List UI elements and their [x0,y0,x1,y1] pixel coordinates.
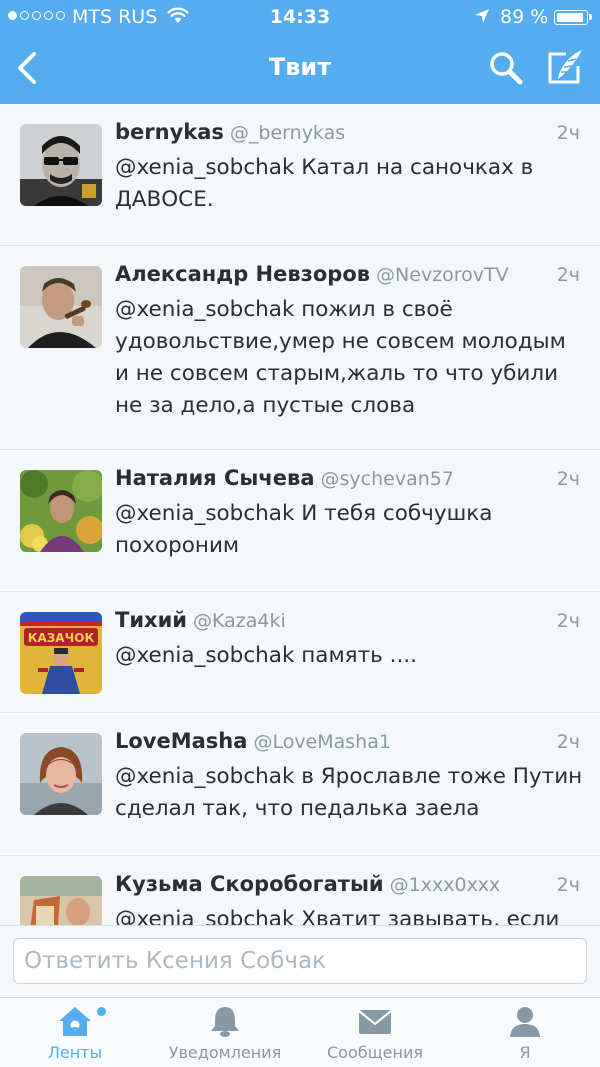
notification-dot [97,1007,106,1016]
tab-label: Уведомления [168,1043,282,1062]
tweet-author-name[interactable]: Александр Невзоров [115,262,370,286]
tweet-text: @xenia_sobchak пожил в своё удовольствие… [115,297,566,418]
tweet-row[interactable]: LoveMasha @LoveMasha1 2ч @xenia_sobchak в… [0,713,600,856]
avatar[interactable] [20,876,102,925]
tweet-author-handle[interactable]: @LoveMasha1 [253,731,391,753]
tweet-timestamp: 2ч [556,468,580,490]
tweet-author-handle[interactable]: @sychevan57 [321,468,454,490]
tweet-row[interactable]: Александр Невзоров @NevzorovTV 2ч @xenia_… [0,246,600,450]
tweet-header: Тихий @Kaza4ki 2ч [115,608,580,638]
tweet-header: bernykas @_bernykas 2ч [115,120,580,150]
location-arrow-icon [475,9,489,23]
tweet-author-name[interactable]: Тихий [115,608,187,632]
tab-notifications[interactable]: Уведомления [150,998,300,1067]
tab-bar: Ленты Уведомления Сообщения Я [0,997,600,1067]
tweet-author-name[interactable]: bernykas [115,120,224,144]
avatar[interactable] [20,266,102,348]
tweet-text: @xenia_sobchak Хватит завывать, если [115,907,560,925]
avatar[interactable] [20,470,102,552]
tweet-header: Кузьма Скоробогатый @1xxx0xxx 2ч [115,872,580,902]
tweet-author-handle[interactable]: @1xxx0xxx [390,874,501,896]
tweet-timestamp: 2ч [556,122,580,144]
tweet-row[interactable]: КАЗАЧОК Тихий @Kaza4ki 2ч @xenia_sobchak … [0,592,600,713]
avatar[interactable] [20,124,102,206]
home-icon [59,1007,91,1036]
battery-icon [554,10,592,25]
status-bar: MTS RUS 14:33 89 % [0,0,600,34]
tweet-text: @xenia_sobchak Катал на саночках в ДАВОС… [115,155,534,212]
tab-me[interactable]: Я [450,998,600,1067]
tweet-author-handle[interactable]: @NevzorovTV [376,264,509,286]
person-icon [510,1007,540,1037]
avatar[interactable] [20,733,102,815]
tweet-author-handle[interactable]: @Kaza4ki [193,610,286,632]
tweet-timestamp: 2ч [556,874,580,896]
reply-bar [0,925,600,997]
avatar[interactable]: КАЗАЧОК [20,612,102,694]
tweet-row[interactable]: bernykas @_bernykas 2ч @xenia_sobchak Кат… [0,104,600,246]
tab-label: Ленты [47,1043,103,1062]
tweet-text: @xenia_sobchak И тебя собчушка похороним [115,501,493,558]
tweet-author-name[interactable]: Наталия Сычева [115,466,315,490]
tweet-timestamp: 2ч [556,610,580,632]
tweet-author-handle[interactable]: @_bernykas [230,122,345,144]
compose-icon[interactable] [546,48,584,86]
tab-messages[interactable]: Сообщения [300,998,450,1067]
tweet-header: Александр Невзоров @NevzorovTV 2ч [115,262,580,292]
bell-icon [211,1007,239,1037]
tweet-timestamp: 2ч [556,264,580,286]
tweet-timestamp: 2ч [556,731,580,753]
reply-input[interactable] [13,938,587,984]
tweet-text: @xenia_sobchak в Ярославле тоже Путин сд… [115,764,583,821]
navigation-bar: Твит [0,34,600,104]
avatar-logo-text: КАЗАЧОК [28,631,95,645]
header: MTS RUS 14:33 89 % Твит [0,0,600,104]
tab-home[interactable]: Ленты [0,998,150,1067]
battery-percent: 89 % [500,6,549,28]
tweet-header: Наталия Сычева @sychevan57 2ч [115,466,580,496]
tab-label: Я [519,1043,531,1062]
tweet-row[interactable]: Кузьма Скоробогатый @1xxx0xxx 2ч @xenia_s… [0,856,600,925]
tweet-screen: MTS RUS 14:33 89 % Твит bernykas @_berny… [0,0,600,1067]
tweet-author-name[interactable]: LoveMasha [115,729,247,753]
tweet-list[interactable]: bernykas @_bernykas 2ч @xenia_sobchak Кат… [0,104,600,925]
tweet-row[interactable]: Наталия Сычева @sychevan57 2ч @xenia_sobc… [0,450,600,592]
envelope-icon [358,1010,392,1034]
tweet-text: @xenia_sobchak память .... [115,643,417,668]
tweet-header: LoveMasha @LoveMasha1 2ч [115,729,580,759]
tweet-author-name[interactable]: Кузьма Скоробогатый [115,872,384,896]
search-icon[interactable] [488,50,524,86]
tab-label: Сообщения [326,1043,423,1062]
